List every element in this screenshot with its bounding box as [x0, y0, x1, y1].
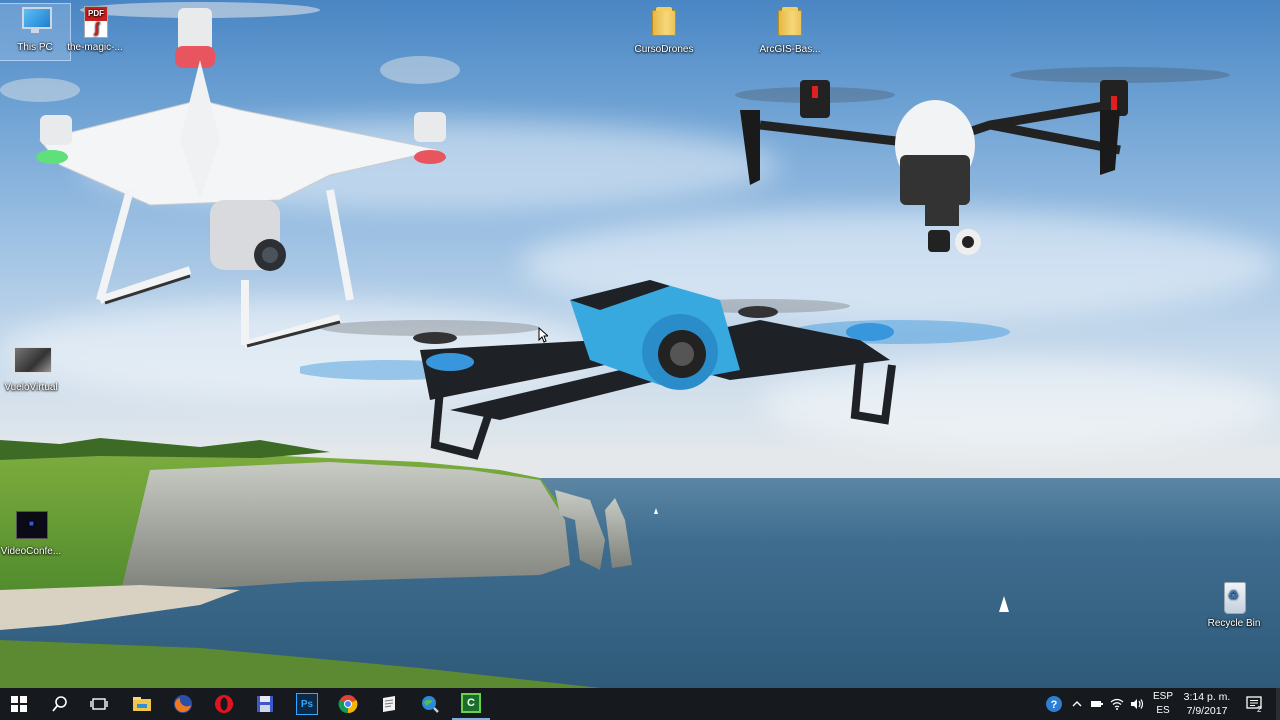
globe-search-icon [422, 696, 439, 713]
desktop-icon-videoconfe[interactable]: ■ VideoConfe... [0, 508, 66, 558]
notepad-icon [383, 696, 395, 712]
power-plug-icon [1091, 701, 1103, 707]
language-code: ESP [1152, 691, 1173, 702]
wifi-icon [1110, 698, 1124, 710]
show-desktop-button[interactable] [1276, 688, 1280, 720]
camtasia-label: C [467, 697, 475, 709]
desktop-icon-label: VideoConfe... [0, 546, 62, 557]
pdf-file-icon: PDF ∫ [78, 4, 112, 38]
desktop-icon-label: Recycle Bin [1207, 618, 1261, 629]
desktop-icon-cursodrones[interactable]: CursoDrones [629, 6, 699, 56]
help-icon: ? [1046, 696, 1062, 712]
language-indicator[interactable]: ESP ES [1150, 690, 1176, 718]
keyboard-layout: ES [1156, 705, 1170, 716]
clock-date: 7/9/2017 [1186, 705, 1228, 717]
black-inspire-drone [735, 67, 1230, 255]
folder-icon [133, 697, 151, 711]
taskbar-opera[interactable] [205, 688, 243, 720]
camtasia-icon: C [461, 693, 481, 713]
taskbar-chrome[interactable] [329, 688, 367, 720]
folder-icon [773, 6, 807, 40]
taskbar-photoshop[interactable]: Ps [288, 688, 326, 720]
desktop-icon-arcgis[interactable]: ArcGIS-Bas... [755, 6, 825, 56]
clock[interactable]: 3:14 p. m. 7/9/2017 [1182, 690, 1232, 718]
start-button[interactable] [0, 688, 38, 720]
video-thumbnail-icon: ■ [14, 508, 48, 542]
firefox-icon [174, 695, 192, 713]
search-icon [52, 696, 67, 712]
windows-logo-icon [11, 696, 27, 712]
chrome-icon [338, 695, 358, 714]
desktop-icon-vuelovirtual[interactable]: VueloVirtual [0, 344, 66, 394]
network-tray-button[interactable] [1108, 688, 1126, 720]
opera-icon [215, 695, 233, 713]
floppy-disk-icon [257, 696, 273, 712]
desktop-icon-label: CursoDrones [634, 44, 694, 55]
desktop-icon-label: This PC [17, 42, 53, 53]
task-view-button[interactable] [80, 688, 118, 720]
speaker-icon [1131, 699, 1144, 709]
desktop-icon-label: VueloVirtual [4, 382, 58, 393]
chevron-up-icon [1072, 701, 1082, 707]
mouse-cursor-icon [538, 327, 548, 343]
search-button[interactable] [41, 688, 79, 720]
recycle-bin-icon: ♻ [1217, 580, 1251, 614]
photoshop-label: Ps [300, 698, 314, 710]
desktop-wallpaper: This PC PDF ∫ the-magic-... CursoDrones A… [0, 0, 1280, 688]
clock-time: 3:14 p. m. [1183, 691, 1231, 703]
taskbar-camtasia[interactable]: C [452, 688, 490, 720]
desktop-icon-recycle-bin[interactable]: ♻ Recycle Bin [1199, 580, 1269, 630]
taskbar-maps-app[interactable] [411, 688, 449, 720]
folder-icon [647, 6, 681, 40]
power-tray-button[interactable] [1088, 688, 1106, 720]
action-center-button[interactable]: 2 [1242, 688, 1268, 720]
desktop-icon-label: ArcGIS-Bas... [759, 44, 821, 55]
help-tray-button[interactable]: ? [1042, 688, 1066, 720]
desktop-icon-pdf[interactable]: PDF ∫ the-magic-... [60, 4, 130, 54]
taskbar-file-explorer[interactable] [123, 688, 161, 720]
notification-count: 2 [1257, 705, 1262, 714]
volume-tray-button[interactable] [1128, 688, 1146, 720]
computer-icon [18, 4, 52, 38]
video-thumbnail-icon [14, 344, 52, 378]
taskbar-firefox[interactable] [164, 688, 202, 720]
taskbar-save-app[interactable] [246, 688, 284, 720]
blue-bebop-drone [300, 280, 1010, 460]
taskbar: Ps C ? ESP ES 3:14 p. m. 7/9/2017 2 [0, 688, 1280, 720]
show-hidden-icons-button[interactable] [1068, 688, 1086, 720]
svg-text:?: ? [1051, 699, 1058, 711]
taskbar-notepad[interactable] [370, 688, 408, 720]
task-view-icon [90, 698, 108, 710]
photoshop-icon: Ps [296, 693, 318, 715]
desktop-icon-label: the-magic-... [67, 42, 123, 53]
